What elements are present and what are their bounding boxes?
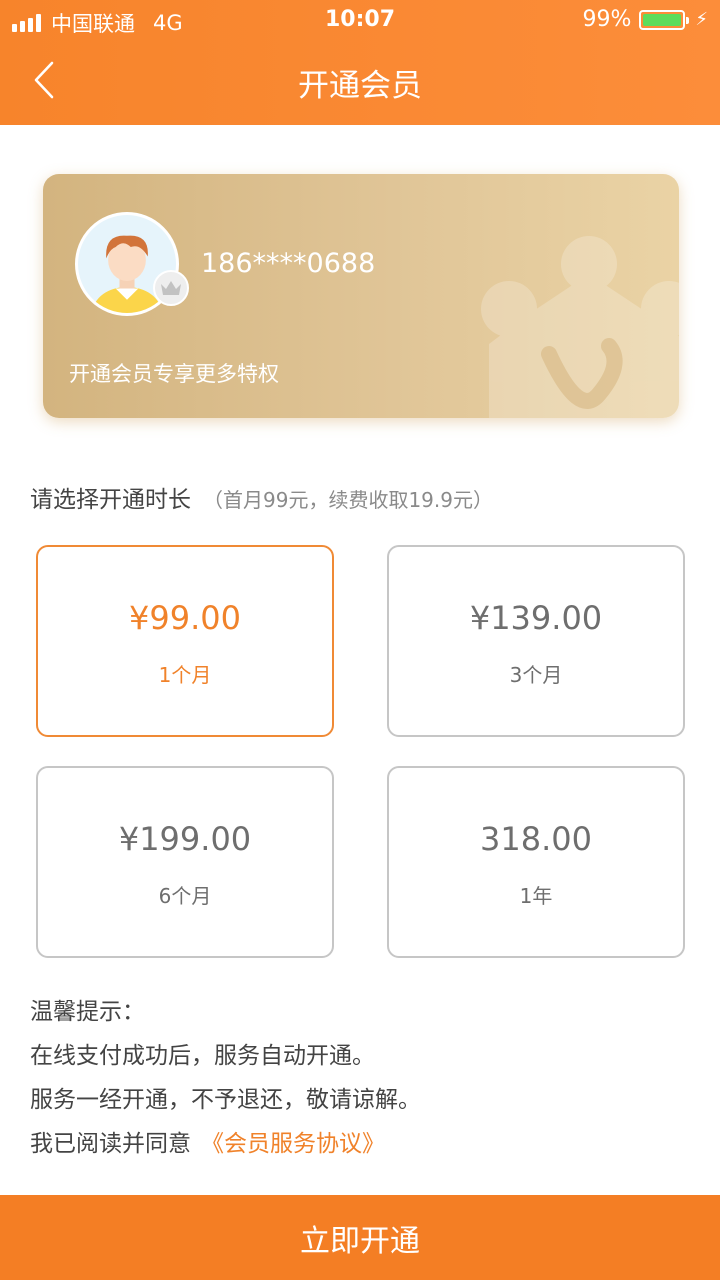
plan-label: 请选择开通时长	[30, 487, 191, 513]
vip-badge	[153, 270, 189, 306]
card-subtitle: 开通会员专享更多特权	[69, 362, 279, 386]
plan-duration: 1年	[519, 884, 553, 908]
agreement-prefix: 我已阅读并同意	[30, 1131, 191, 1157]
plan-option-3-months[interactable]: ¥139.00 3个月	[387, 545, 685, 737]
crown-icon	[161, 281, 181, 295]
battery-percent: 99%	[582, 7, 632, 32]
crown-watermark-icon	[481, 236, 679, 418]
tips-section: 温馨提示： 在线支付成功后，服务自动开通。 服务一经开通，不予退还，敬请谅解。 …	[30, 990, 421, 1166]
plan-price: ¥99.00	[129, 599, 241, 637]
battery-fill	[643, 13, 681, 26]
plan-duration: 1个月	[158, 663, 212, 687]
battery-icon	[639, 9, 690, 30]
user-phone: 186****0688	[201, 248, 376, 279]
plan-option-1-month[interactable]: ¥99.00 1个月	[36, 545, 334, 737]
plan-option-6-months[interactable]: ¥199.00 6个月	[36, 766, 334, 958]
agreement-row: 我已阅读并同意 《会员服务协议》	[30, 1122, 421, 1166]
top-bar: 中国联通 4G 10:07 99% ⚡ 开通会员	[0, 0, 720, 125]
plan-duration: 6个月	[158, 884, 212, 908]
status-bar: 中国联通 4G 10:07 99% ⚡	[0, 0, 720, 40]
charging-icon: ⚡	[695, 9, 708, 30]
page-title: 开通会员	[298, 68, 422, 104]
plan-duration: 3个月	[509, 663, 563, 687]
status-right: 99% ⚡	[582, 7, 708, 32]
member-card: 186****0688 开通会员专享更多特权	[43, 174, 679, 418]
plan-price: 318.00	[480, 820, 592, 858]
activate-button[interactable]: 立即开通	[0, 1195, 720, 1280]
plan-section-label: 请选择开通时长 （首月99元，续费收取19.9元）	[30, 480, 493, 514]
plan-option-1-year[interactable]: 318.00 1年	[387, 766, 685, 958]
plan-price: ¥139.00	[469, 599, 603, 637]
tips-line: 服务一经开通，不予退还，敬请谅解。	[30, 1087, 421, 1113]
tips-heading: 温馨提示：	[30, 999, 145, 1025]
tips-line: 在线支付成功后，服务自动开通。	[30, 1043, 375, 1069]
plan-hint: （首月99元，续费收取19.9元）	[203, 488, 493, 512]
plan-price: ¥199.00	[118, 820, 252, 858]
agreement-link[interactable]: 《会员服务协议》	[201, 1131, 385, 1157]
